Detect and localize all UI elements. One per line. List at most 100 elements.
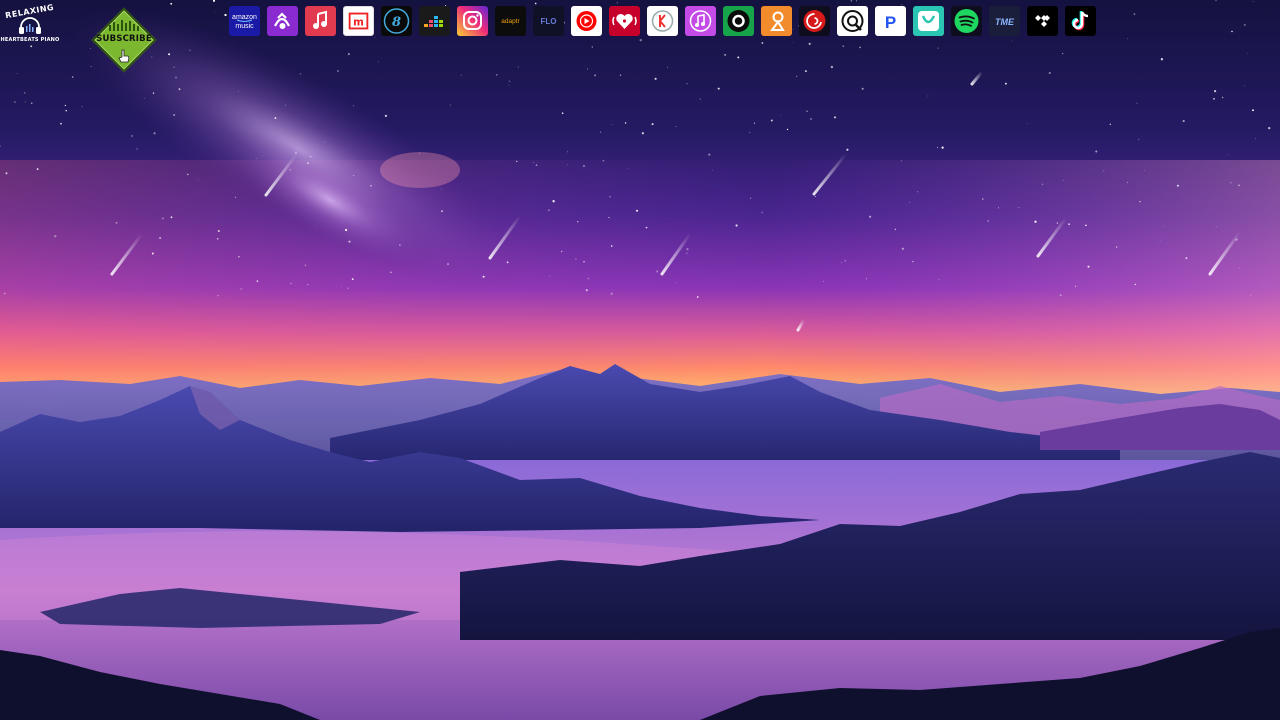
instagram-icon[interactable] [457, 6, 488, 36]
star [737, 56, 740, 59]
star [865, 278, 867, 280]
flo-icon[interactable]: FLO [533, 6, 564, 36]
star [238, 90, 239, 92]
star [599, 131, 602, 133]
star [591, 46, 594, 48]
star [198, 179, 200, 180]
star [377, 61, 379, 62]
star [187, 173, 189, 176]
star [65, 109, 67, 112]
star [1062, 52, 1064, 55]
netease-icon[interactable] [799, 6, 830, 36]
star [307, 162, 309, 165]
star [352, 105, 354, 107]
star [594, 74, 597, 77]
star [285, 104, 287, 106]
star [5, 172, 8, 175]
star [844, 260, 846, 262]
star [624, 122, 627, 124]
star [1063, 179, 1064, 181]
svg-text:m: m [353, 17, 364, 29]
star [1252, 109, 1254, 112]
star [1213, 97, 1215, 100]
star [460, 74, 462, 76]
star [299, 73, 301, 75]
star [136, 148, 138, 150]
jiosaavn-icon[interactable] [913, 6, 944, 36]
star [1109, 123, 1111, 125]
bugs-icon[interactable]: 8 [381, 6, 412, 36]
apple-music-icon[interactable] [305, 6, 336, 36]
star [936, 147, 939, 149]
star [240, 288, 242, 290]
napster-icon[interactable] [267, 6, 298, 36]
star [81, 106, 83, 108]
star [376, 299, 378, 300]
star [1247, 52, 1248, 54]
star [353, 175, 355, 177]
star [1176, 184, 1179, 187]
tme-icon[interactable]: TME [989, 6, 1020, 36]
subscribe-label: SUBSCRIBE [96, 34, 152, 44]
star [823, 281, 824, 283]
star [846, 148, 849, 151]
streaming-services-bar: amazon music m 8 adaptr FLO P TME [226, 3, 1096, 39]
amazon-music-icon[interactable]: amazon music [229, 6, 260, 36]
star [1238, 267, 1240, 269]
star [1136, 102, 1138, 104]
star [549, 275, 551, 277]
star [1138, 138, 1140, 141]
itunes-icon[interactable] [685, 6, 716, 36]
star [215, 10, 217, 12]
star [912, 260, 914, 263]
qq-music-icon[interactable] [837, 6, 868, 36]
kkbox-icon[interactable] [647, 6, 678, 36]
star [806, 110, 808, 112]
subscribe-button[interactable]: SUBSCRIBE [89, 5, 159, 75]
star [998, 207, 999, 209]
star [1215, 0, 1217, 2]
star [841, 261, 843, 263]
star [216, 237, 219, 240]
star [696, 296, 699, 298]
star [717, 87, 720, 90]
star [1068, 223, 1071, 226]
channel-logo[interactable]: RELAXING HEARTBEATS PIANO [1, 3, 60, 54]
tiktok-icon[interactable] [1065, 6, 1096, 36]
star [583, 260, 585, 263]
star [1127, 181, 1129, 183]
iheartradio-icon[interactable] [609, 6, 640, 36]
star [1095, 150, 1098, 153]
star [351, 278, 354, 280]
star [656, 270, 659, 273]
star [602, 159, 605, 162]
star [667, 66, 668, 68]
star [917, 191, 919, 193]
star [255, 157, 257, 159]
star [1041, 183, 1044, 186]
anghami-icon[interactable] [723, 6, 754, 36]
star [1133, 13, 1136, 16]
youtube-music-icon[interactable] [571, 6, 602, 36]
star [60, 122, 62, 125]
adaptr-icon[interactable]: adaptr [495, 6, 526, 36]
melon-icon[interactable]: m [343, 6, 374, 36]
star [724, 53, 727, 56]
pandora-icon[interactable]: P [875, 6, 906, 36]
star [175, 76, 177, 79]
spotify-icon[interactable] [951, 6, 982, 36]
tidal-icon[interactable] [1027, 6, 1058, 36]
star [1134, 283, 1136, 286]
star [1243, 23, 1246, 26]
star [1056, 222, 1059, 224]
star [337, 70, 339, 72]
star [1230, 182, 1232, 184]
star [24, 101, 26, 103]
star [447, 263, 449, 266]
star [654, 77, 657, 80]
soundcloud-icon[interactable] [761, 6, 792, 36]
star [786, 128, 789, 131]
deezer-icon[interactable] [419, 6, 450, 36]
star [987, 219, 990, 222]
star [577, 221, 579, 223]
